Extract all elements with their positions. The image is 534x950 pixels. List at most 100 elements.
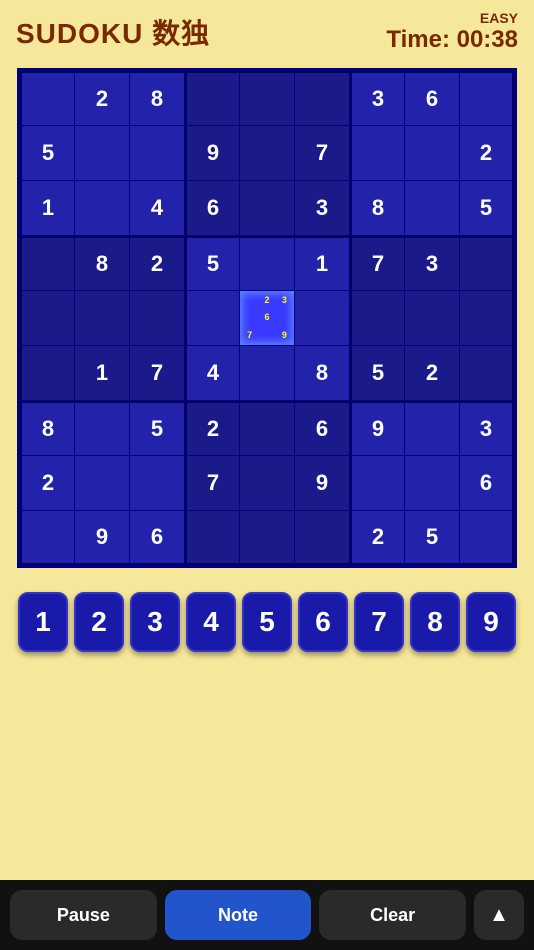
cell[interactable] [185, 291, 239, 345]
cell[interactable] [295, 291, 349, 345]
cell[interactable] [405, 181, 459, 235]
number-button-3[interactable]: 3 [130, 592, 180, 652]
cell[interactable]: 5 [460, 181, 514, 235]
cell[interactable] [240, 346, 294, 400]
cell[interactable]: 3 [405, 236, 459, 290]
cell-value: 3 [426, 251, 438, 277]
cell[interactable] [240, 511, 294, 565]
cell[interactable] [460, 346, 514, 400]
cell[interactable] [240, 456, 294, 510]
cell[interactable] [295, 71, 349, 125]
number-button-4[interactable]: 4 [186, 592, 236, 652]
cell[interactable]: 7 [295, 126, 349, 180]
cell[interactable]: 8 [20, 401, 74, 455]
cell[interactable] [460, 291, 514, 345]
cell[interactable]: 2 [20, 456, 74, 510]
cell[interactable]: 2 [460, 126, 514, 180]
cell[interactable] [20, 511, 74, 565]
cell[interactable] [240, 71, 294, 125]
cell[interactable]: 4 [130, 181, 184, 235]
cell[interactable] [20, 346, 74, 400]
cell[interactable]: 7 [350, 236, 404, 290]
cell[interactable] [75, 126, 129, 180]
cell[interactable]: 4 [185, 346, 239, 400]
cell[interactable]: 3 [295, 181, 349, 235]
cell[interactable] [405, 456, 459, 510]
cell[interactable]: 6 [130, 511, 184, 565]
cell[interactable]: 2 [130, 236, 184, 290]
cell[interactable]: 2 [75, 71, 129, 125]
cell[interactable]: 7 [185, 456, 239, 510]
number-button-9[interactable]: 9 [466, 592, 516, 652]
number-button-6[interactable]: 6 [298, 592, 348, 652]
cell[interactable]: 1 [20, 181, 74, 235]
cell[interactable]: 8 [130, 71, 184, 125]
cell[interactable]: 6 [405, 71, 459, 125]
cell[interactable]: 6 [295, 401, 349, 455]
cell[interactable]: 2 [405, 346, 459, 400]
cell[interactable]: 8 [350, 181, 404, 235]
cell[interactable] [20, 291, 74, 345]
cell[interactable]: 2 [185, 401, 239, 455]
pause-button[interactable]: Pause [10, 890, 157, 940]
cell[interactable]: 2 [350, 511, 404, 565]
cell[interactable] [75, 291, 129, 345]
cell[interactable]: 1 [75, 346, 129, 400]
cell[interactable] [75, 181, 129, 235]
cell[interactable] [350, 291, 404, 345]
cell[interactable]: 3 [460, 401, 514, 455]
cell[interactable] [460, 511, 514, 565]
cell[interactable] [460, 71, 514, 125]
cell[interactable] [240, 181, 294, 235]
cell[interactable] [405, 401, 459, 455]
cell[interactable]: 1 [295, 236, 349, 290]
cell[interactable] [350, 126, 404, 180]
cell[interactable]: 6 [185, 181, 239, 235]
cell[interactable]: 5 [20, 126, 74, 180]
cell[interactable]: 5 [130, 401, 184, 455]
cell[interactable]: 9 [350, 401, 404, 455]
cell[interactable] [20, 236, 74, 290]
cell-value: 7 [207, 470, 219, 496]
cell[interactable]: 5 [350, 346, 404, 400]
cell[interactable] [350, 456, 404, 510]
note-digit: 3 [276, 292, 293, 309]
cell-value: 3 [480, 416, 492, 442]
cell[interactable] [240, 401, 294, 455]
cell[interactable] [75, 456, 129, 510]
cell-value: 9 [372, 416, 384, 442]
note-button[interactable]: Note [165, 890, 312, 940]
cell[interactable] [130, 456, 184, 510]
cell[interactable] [20, 71, 74, 125]
cell[interactable]: 23679 [240, 291, 294, 345]
number-button-5[interactable]: 5 [242, 592, 292, 652]
cell[interactable] [130, 291, 184, 345]
cell[interactable] [75, 401, 129, 455]
cell[interactable]: 9 [295, 456, 349, 510]
cell[interactable] [130, 126, 184, 180]
note-digit [276, 309, 293, 326]
number-button-7[interactable]: 7 [354, 592, 404, 652]
cell[interactable]: 5 [405, 511, 459, 565]
cell[interactable] [240, 236, 294, 290]
clear-button[interactable]: Clear [319, 890, 466, 940]
cell[interactable]: 8 [75, 236, 129, 290]
number-button-1[interactable]: 1 [18, 592, 68, 652]
cell[interactable]: 9 [75, 511, 129, 565]
cell[interactable]: 9 [185, 126, 239, 180]
cell[interactable] [240, 126, 294, 180]
cell[interactable] [185, 71, 239, 125]
up-button[interactable]: ▲ [474, 890, 524, 940]
cell[interactable]: 7 [130, 346, 184, 400]
cell[interactable]: 8 [295, 346, 349, 400]
number-button-8[interactable]: 8 [410, 592, 460, 652]
cell[interactable] [405, 291, 459, 345]
cell[interactable]: 3 [350, 71, 404, 125]
number-button-2[interactable]: 2 [74, 592, 124, 652]
cell[interactable] [185, 511, 239, 565]
cell[interactable] [460, 236, 514, 290]
cell[interactable] [405, 126, 459, 180]
cell[interactable]: 5 [185, 236, 239, 290]
cell[interactable]: 6 [460, 456, 514, 510]
cell[interactable] [295, 511, 349, 565]
